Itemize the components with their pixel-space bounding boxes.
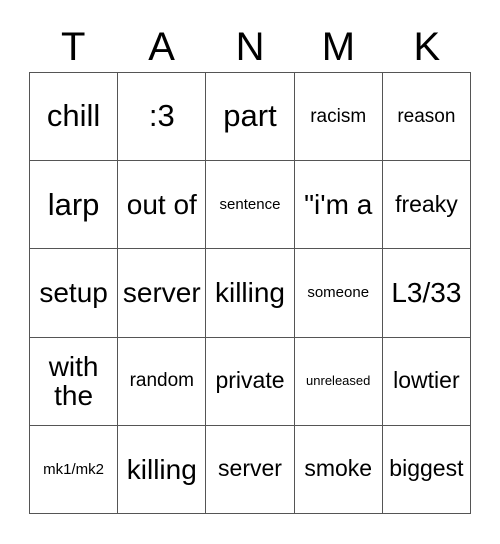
bingo-cell-label: with the: [48, 351, 99, 412]
bingo-cell-r3c1[interactable]: setup: [30, 249, 119, 338]
bingo-cell-label: smoke: [304, 455, 373, 482]
bingo-cell-r3c4[interactable]: someone: [294, 249, 383, 338]
bingo-cell-r5c3[interactable]: server: [206, 425, 295, 514]
bingo-header-letter-4: M: [321, 25, 356, 69]
bingo-cell-r5c5[interactable]: biggest: [382, 425, 471, 514]
bingo-header-letter-2: A: [148, 25, 175, 69]
bingo-cell-r4c2[interactable]: random: [118, 337, 207, 426]
bingo-cell-r2c5[interactable]: freaky: [382, 161, 471, 250]
bingo-cell-label: biggest: [389, 455, 464, 482]
bingo-cell-r3c3[interactable]: killing: [206, 249, 295, 338]
bingo-cell-r5c4[interactable]: smoke: [294, 425, 383, 514]
bingo-cell-r4c1[interactable]: with the: [30, 337, 119, 426]
bingo-cell-r1c1[interactable]: chill: [30, 73, 119, 162]
bingo-header-row: T A N M K: [29, 22, 471, 72]
bingo-cell-r4c4[interactable]: unreleased: [294, 337, 383, 426]
bingo-cell-label: :3: [148, 98, 175, 134]
bingo-cell-r3c5[interactable]: L3/33: [382, 249, 471, 338]
bingo-cell-label: reason: [397, 105, 456, 127]
bingo-cell-label: private: [215, 367, 285, 394]
bingo-cell-label: setup: [39, 277, 108, 309]
bingo-cell-label: out of: [126, 189, 197, 221]
bingo-cell-label: L3/33: [391, 277, 462, 309]
bingo-header-letter-1: T: [60, 25, 86, 69]
bingo-cell-label: lowtier: [393, 367, 460, 394]
bingo-cell-label: mk1/mk2: [43, 460, 105, 478]
bingo-cell-label: server: [218, 455, 282, 482]
bingo-cell-r2c2[interactable]: out of: [118, 161, 207, 250]
bingo-cell-r2c1[interactable]: larp: [30, 161, 119, 250]
bingo-cell-label: sentence: [219, 195, 281, 213]
bingo-cell-label: someone: [307, 284, 370, 302]
bingo-card: T A N M K chill :3 part racism reason la…: [0, 0, 500, 544]
bingo-header-letter-3: N: [235, 25, 265, 69]
bingo-header-letter-5: K: [413, 25, 441, 69]
bingo-cell-r5c1[interactable]: mk1/mk2: [30, 425, 119, 514]
bingo-cell-label: chill: [46, 98, 101, 134]
bingo-cell-label: part: [223, 98, 277, 134]
bingo-cell-r1c2[interactable]: :3: [118, 73, 207, 162]
bingo-cell-r2c4[interactable]: "i'm a: [294, 161, 383, 250]
bingo-cell-label: larp: [47, 186, 100, 222]
bingo-cell-r4c3[interactable]: private: [206, 337, 295, 426]
bingo-cell-label: killing: [126, 453, 197, 485]
bingo-cell-r5c2[interactable]: killing: [118, 425, 207, 514]
bingo-cell-r1c5[interactable]: reason: [382, 73, 471, 162]
bingo-grid: chill :3 part racism reason larp out of …: [29, 72, 471, 514]
bingo-cell-label: killing: [214, 277, 285, 309]
bingo-cell-r4c5[interactable]: lowtier: [382, 337, 471, 426]
bingo-cell-r3c2[interactable]: server: [118, 249, 207, 338]
bingo-cell-r1c4[interactable]: racism: [294, 73, 383, 162]
bingo-cell-label: freaky: [395, 190, 458, 217]
bingo-cell-label: racism: [310, 105, 367, 127]
bingo-cell-r2c3[interactable]: sentence: [206, 161, 295, 250]
bingo-cell-label: "i'm a: [304, 189, 373, 221]
bingo-cell-r1c3[interactable]: part: [206, 73, 295, 162]
bingo-cell-label: unreleased: [306, 373, 371, 389]
bingo-cell-label: server: [122, 277, 201, 309]
bingo-cell-label: random: [129, 370, 194, 392]
